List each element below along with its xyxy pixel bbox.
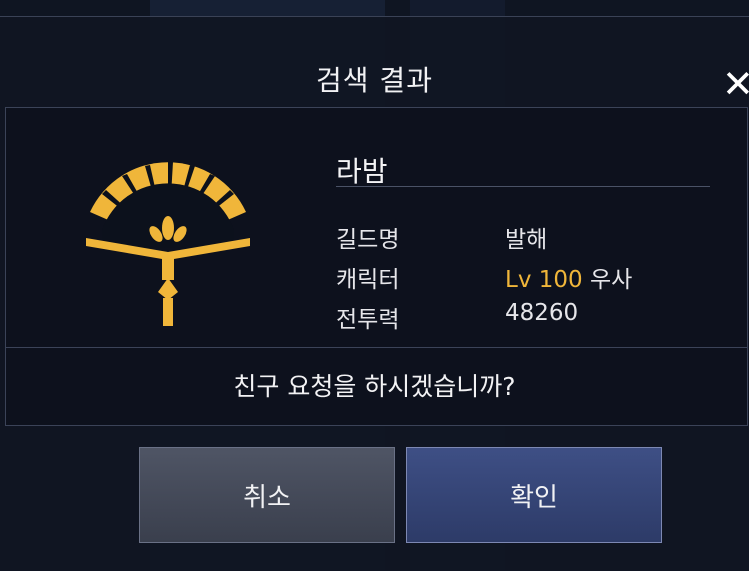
guild-label: 길드명 [336, 227, 400, 253]
character-value: Lv 100 우사 [505, 260, 632, 294]
cancel-label: 취소 [243, 482, 291, 513]
guild-value: 발해 [505, 227, 548, 253]
fan-emblem-icon [86, 162, 250, 326]
confirm-label: 확인 [510, 482, 558, 513]
close-icon[interactable]: ✕ [722, 65, 749, 103]
panel-divider [5, 347, 747, 348]
dialog-title: 검색 결과 [316, 64, 433, 97]
combat-power-value: 48260 [505, 300, 579, 326]
confirm-button[interactable]: 확인 [406, 447, 662, 543]
combat-power-label: 전투력 [336, 307, 400, 333]
cancel-button[interactable]: 취소 [139, 447, 395, 543]
character-label: 캐릭터 [336, 267, 400, 293]
player-name: 라밤 [336, 155, 388, 188]
character-class: 우사 [589, 267, 633, 293]
friend-request-question: 친구 요청을 하시겠습니까? [233, 372, 516, 401]
character-level: Lv 100 [505, 267, 583, 293]
name-divider [336, 186, 710, 187]
